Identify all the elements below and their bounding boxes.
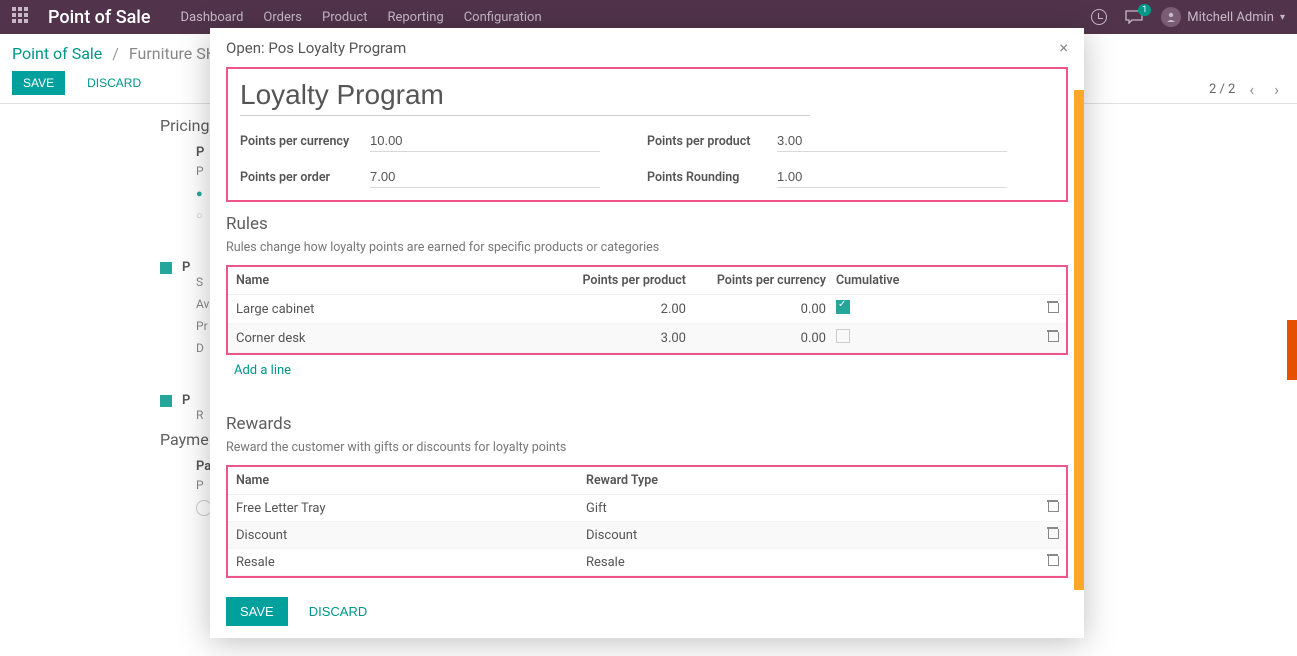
rules-col-cum[interactable]: Cumulative [836,273,936,288]
trash-icon[interactable] [1047,301,1058,313]
user-menu[interactable]: Mitchell Admin ▾ [1161,7,1285,27]
messaging-badge: 1 [1138,4,1151,16]
side-tab[interactable] [1287,320,1297,380]
close-icon[interactable]: × [1059,38,1068,57]
avatar [1161,7,1181,27]
rules-col-ppc[interactable]: Points per currency [706,273,836,288]
rules-desc: Rules change how loyalty points are earn… [226,240,1068,255]
points-rounding-input[interactable] [777,166,1007,188]
rewards-row[interactable]: Discount Discount [228,522,1066,549]
modal-discard-button[interactable]: DISCARD [296,597,381,626]
app-brand[interactable]: Point of Sale [48,7,151,28]
rules-col-ppp[interactable]: Points per product [476,273,706,288]
check-icon: ● [196,187,203,200]
loyalty-main-fields: Points per currency Points per product P… [226,67,1068,202]
points-per-order-input[interactable] [370,166,600,188]
apps-icon[interactable] [12,7,32,27]
chevron-down-icon: ▾ [1280,12,1285,23]
rules-add-line[interactable]: Add a line [226,355,1068,386]
rewards-add-line[interactable]: Add a line [226,578,1068,585]
modal-title: Open: Pos Loyalty Program [226,39,406,57]
points-per-product-label: Points per product [647,134,777,149]
rewards-col-type[interactable]: Reward Type [586,473,936,488]
points-rounding-label: Points Rounding [647,170,777,185]
nav-product[interactable]: Product [322,10,367,25]
activity-icon[interactable] [1091,9,1107,25]
rewards-row[interactable]: Resale Resale [228,549,1066,576]
points-per-product-input[interactable] [777,130,1007,152]
trash-icon[interactable] [1047,500,1058,512]
checkbox-unchecked[interactable] [836,329,850,343]
points-per-currency-label: Points per currency [240,134,370,149]
pager-prev[interactable]: ‹ [1243,78,1260,101]
breadcrumb-root[interactable]: Point of Sale [12,44,102,63]
pager: 2 / 2 ‹ › [1209,78,1285,101]
rules-col-name[interactable]: Name [236,273,476,288]
pager-next[interactable]: › [1268,78,1285,101]
rewards-col-name[interactable]: Name [236,473,586,488]
modal-save-button[interactable]: SAVE [226,597,288,626]
pager-text: 2 / 2 [1209,82,1235,97]
user-name: Mitchell Admin [1187,10,1274,25]
nav-configuration[interactable]: Configuration [464,10,542,25]
loyalty-modal: Open: Pos Loyalty Program × Points per c… [210,28,1084,638]
rules-row[interactable]: Corner desk 3.00 0.00 [228,324,1066,353]
rewards-row[interactable]: Free Letter Tray Gift [228,495,1066,522]
trash-icon[interactable] [1047,330,1058,342]
trash-icon[interactable] [1047,527,1058,539]
nav-reporting[interactable]: Reporting [387,10,443,25]
checkbox-checked[interactable] [836,300,850,314]
radio-icon: ○ [196,209,203,222]
save-button[interactable]: SAVE [12,71,65,95]
trash-icon[interactable] [1047,554,1058,566]
program-name-input[interactable] [240,77,810,116]
checkbox-checked[interactable] [160,395,172,407]
points-per-order-label: Points per order [240,170,370,185]
rules-title: Rules [226,214,1068,234]
checkbox-checked[interactable] [160,262,172,274]
rules-row[interactable]: Large cabinet 2.00 0.00 [228,295,1066,324]
rewards-table: Name Reward Type Free Letter Tray Gift D… [226,465,1068,578]
nav-dashboard[interactable]: Dashboard [181,10,244,25]
rules-table: Name Points per product Points per curre… [226,265,1068,355]
messaging-icon[interactable]: 1 [1125,10,1143,24]
nav-orders[interactable]: Orders [263,10,302,25]
discard-button[interactable]: DISCARD [77,72,151,94]
rewards-desc: Reward the customer with gifts or discou… [226,440,1068,455]
points-per-currency-input[interactable] [370,130,600,152]
rewards-title: Rewards [226,414,1068,434]
